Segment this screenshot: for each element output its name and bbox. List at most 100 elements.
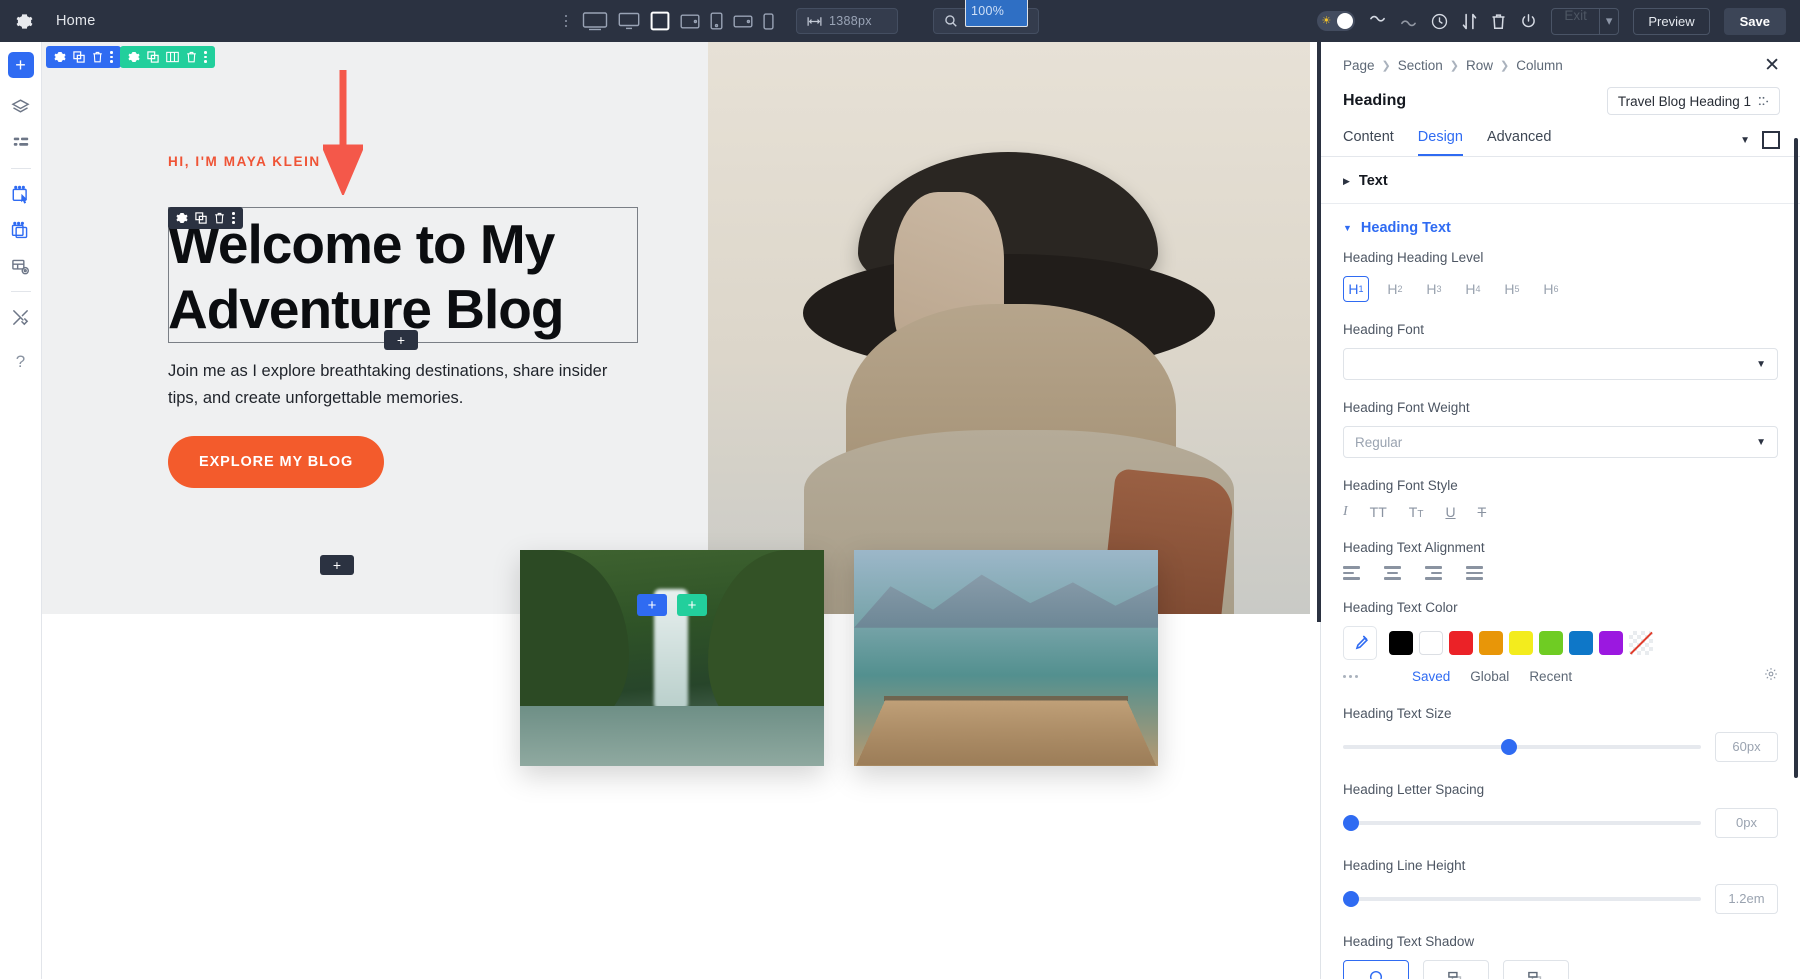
breadcrumb-column[interactable]: Column [1516,58,1563,73]
device-phone-small-icon[interactable] [763,8,774,34]
save-button[interactable]: Save [1724,8,1786,35]
exit-button[interactable]: Exit ▾ [1551,8,1619,35]
module-toolbar[interactable] [168,207,243,229]
color-swatch-yellow[interactable] [1509,631,1533,655]
page-title[interactable]: Home [56,13,95,29]
slider-knob[interactable] [1343,891,1359,907]
help-icon[interactable]: ? [8,349,34,375]
select-multiple-icon[interactable] [8,217,34,243]
gear-icon[interactable] [14,11,34,31]
add-element-button[interactable]: + [8,52,34,78]
wireframe-icon[interactable] [8,253,34,279]
add-row-button-green[interactable]: + [677,594,707,616]
slider-knob[interactable] [1501,739,1517,755]
gear-icon[interactable] [1764,667,1778,686]
gallery-card-waterfall[interactable] [520,550,824,766]
heading-text-size-slider[interactable] [1343,745,1701,749]
color-swatch-purple[interactable] [1599,631,1623,655]
power-icon[interactable] [1520,13,1537,30]
heading-line-height-slider[interactable] [1343,897,1701,901]
layers-icon[interactable] [8,94,34,120]
chevron-down-icon[interactable]: ▼ [1740,135,1750,146]
color-swatch-green[interactable] [1539,631,1563,655]
align-right-icon[interactable] [1425,566,1442,580]
uppercase-icon[interactable]: TT [1370,504,1387,520]
panel-scrollbar[interactable] [1794,138,1798,778]
clock-history-icon[interactable] [1431,13,1448,30]
add-row-button[interactable]: + [320,555,354,575]
undo-icon[interactable] [1369,14,1386,28]
palette-saved-link[interactable]: Saved [1412,669,1450,684]
heading-text-size-value[interactable]: 60px [1715,732,1778,762]
three-dots-icon[interactable] [1343,675,1358,678]
eyedropper-icon[interactable] [1343,626,1377,660]
gallery-card-lake-dock[interactable] [854,550,1158,766]
heading-font-select[interactable]: ▼ [1343,348,1778,380]
hero-headline[interactable]: Welcome to My Adventure Blog [168,212,688,342]
align-center-icon[interactable] [1384,566,1401,580]
heading-level-h3[interactable]: H3 [1421,276,1447,302]
align-left-icon[interactable] [1343,566,1360,580]
device-phone-portrait-icon[interactable] [710,8,723,34]
strikethrough-icon[interactable]: T [1478,504,1487,520]
section-heading-text[interactable]: ▼ Heading Text [1321,203,1800,250]
shadow-soft-icon[interactable] [1423,960,1489,979]
gear-icon[interactable] [54,51,66,63]
add-module-button[interactable]: + [384,330,418,350]
color-swatch-transparent[interactable] [1629,631,1653,655]
tab-advanced[interactable]: Advanced [1487,129,1552,156]
preset-badge[interactable]: Travel Blog Heading 1 [1607,87,1780,115]
chevron-down-icon[interactable]: ▾ [1599,9,1619,34]
list-view-icon[interactable] [8,130,34,156]
section-text[interactable]: ▶ Text [1321,157,1800,203]
heading-letter-spacing-slider[interactable] [1343,821,1701,825]
palette-recent-link[interactable]: Recent [1529,669,1572,684]
italic-icon[interactable]: I [1343,504,1348,520]
breadcrumb-section[interactable]: Section [1398,58,1443,73]
heading-level-h1[interactable]: H1 [1343,276,1369,302]
vertical-dots-icon[interactable] [204,51,207,63]
heading-level-h2[interactable]: H2 [1382,276,1408,302]
duplicate-icon[interactable] [147,51,159,63]
add-section-button-blue[interactable]: + [637,594,667,616]
trash-icon[interactable] [214,212,225,224]
hero-eyebrow[interactable]: HI, I'M MAYA KLEIN [168,154,668,169]
vertical-dots-icon[interactable] [110,51,113,63]
select-element-icon[interactable] [8,181,34,207]
device-phone-landscape-icon[interactable] [733,8,753,34]
duplicate-icon[interactable] [195,212,207,224]
dark-mode-toggle[interactable]: ☀ [1317,11,1355,31]
underline-icon[interactable]: U [1445,504,1455,520]
slider-knob[interactable] [1343,815,1359,831]
preview-button[interactable]: Preview [1633,8,1709,35]
breadcrumb-row[interactable]: Row [1466,58,1493,73]
gear-icon[interactable] [128,51,140,63]
viewport-width-field[interactable]: 1388px [796,8,898,34]
sort-updown-icon[interactable] [1462,13,1477,30]
section-toolbar[interactable] [46,46,121,68]
heading-letter-spacing-value[interactable]: 0px [1715,808,1778,838]
align-justify-icon[interactable] [1466,566,1483,580]
device-desktop-icon[interactable] [618,8,640,34]
close-icon[interactable]: ✕ [1764,56,1780,75]
device-desktop-large-icon[interactable] [582,8,608,34]
palette-global-link[interactable]: Global [1470,669,1509,684]
heading-line-height-value[interactable]: 1.2em [1715,884,1778,914]
row-toolbar[interactable] [120,46,215,68]
heading-font-weight-select[interactable]: Regular ▼ [1343,426,1778,458]
trash-icon[interactable] [186,51,197,63]
heading-level-h5[interactable]: H5 [1499,276,1525,302]
gear-icon[interactable] [176,212,188,224]
tab-design[interactable]: Design [1418,129,1463,156]
device-tablet-square-icon[interactable] [650,8,670,34]
square-outline-icon[interactable] [1762,131,1780,149]
breadcrumb-page[interactable]: Page [1343,58,1375,73]
color-swatch-red[interactable] [1449,631,1473,655]
vertical-dots-icon[interactable] [560,15,572,28]
hero-subtext[interactable]: Join me as I explore breathtaking destin… [168,358,633,412]
color-swatch-blue[interactable] [1569,631,1593,655]
device-tablet-landscape-icon[interactable] [680,8,700,34]
shadow-hard-icon[interactable] [1503,960,1569,979]
tools-icon[interactable] [8,304,34,330]
color-swatch-white[interactable] [1419,631,1443,655]
